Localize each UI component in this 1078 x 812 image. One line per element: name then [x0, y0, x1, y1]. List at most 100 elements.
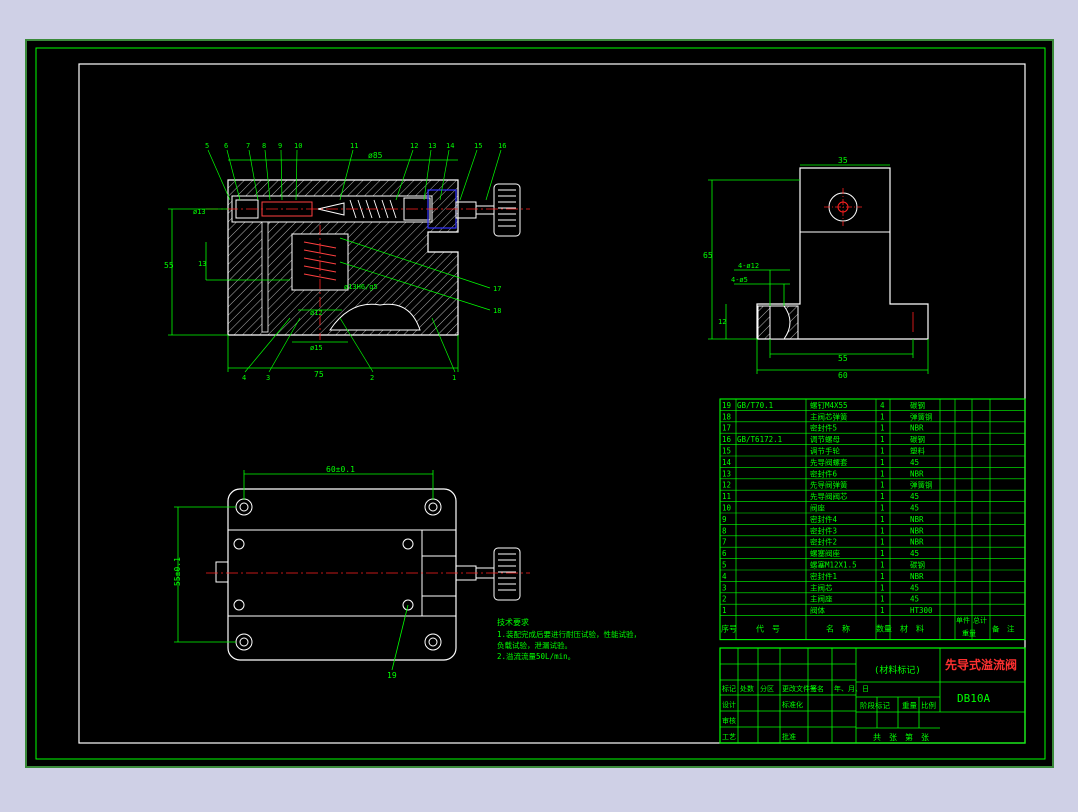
bom-no: 11 [722, 492, 731, 501]
dim-bottom-width: 75 [314, 370, 324, 379]
top-handwheel[interactable] [493, 547, 521, 601]
bom-no: 15 [722, 447, 731, 456]
title-cell: 年、月、日 [834, 684, 869, 693]
dim-d12: ø12 [310, 309, 323, 317]
side-dim-total: 60 [838, 371, 848, 380]
bom-code: GB/T70.1 [737, 401, 773, 410]
part-number-8: 8 [262, 142, 266, 150]
title-cell: 标记 [722, 684, 736, 693]
title-row-3: 审核 [722, 716, 736, 725]
bom-qty: 1 [880, 492, 885, 501]
title-cell: 签名 [810, 684, 824, 693]
part-number-17: 17 [493, 285, 501, 293]
top-part-19: 19 [387, 671, 397, 680]
part-number-9: 9 [278, 142, 282, 150]
bom-qty: 1 [880, 412, 885, 421]
part-number-4: 4 [242, 374, 246, 382]
stage-mark: 阶段标记 [860, 700, 890, 710]
bom-material: 碳钢 [910, 434, 925, 444]
inlet-passage [261, 221, 269, 333]
bom-material: NBR [910, 526, 924, 535]
side-dim-base: 12 [718, 318, 726, 326]
part-number-12: 12 [410, 142, 418, 150]
bom-qty: 1 [880, 447, 885, 456]
cad-viewport[interactable]: ø85 75 55 13 ø13 ø13H6/g5 ø12 ø15 567891… [0, 0, 1078, 808]
sheet-count: 共 张 第 张 [873, 732, 929, 742]
bom-no: 14 [722, 458, 732, 467]
scale-label: 比例 [921, 700, 936, 710]
side-dim-height: 65 [703, 251, 713, 260]
bom-name: 主阀芯弹簧 [810, 411, 848, 421]
bom-hdr-code: 代 号 [756, 624, 780, 634]
bom-qty: 1 [880, 435, 885, 444]
tech-note-2: 2.溢流流量50L/min。 [497, 651, 575, 661]
bom-no: 16 [722, 435, 732, 444]
bom-no: 10 [722, 504, 732, 513]
bom-material: 45 [910, 504, 919, 513]
bom-qty: 1 [880, 595, 885, 604]
drawing-canvas[interactable]: ø85 75 55 13 ø13 ø13H6/g5 ø12 ø15 567891… [0, 0, 1078, 808]
bom-no: 4 [722, 572, 727, 581]
bom-no: 2 [722, 595, 727, 604]
bom-no: 13 [722, 469, 731, 478]
bom-name: 调节手轮 [810, 446, 840, 456]
bom-name: 螺钉M4X55 [810, 400, 848, 410]
bom-qty: 1 [880, 606, 885, 615]
part-number-3: 3 [266, 374, 270, 382]
part-number-13: 13 [428, 142, 436, 150]
tech-note-1: 1.装配完成后要进行耐压试验，性能试验， [497, 629, 641, 639]
dim-left-height: 55 [164, 261, 174, 270]
bom-hdr-weight: 重量 [962, 630, 976, 638]
bom-material: 45 [910, 549, 919, 558]
bom-name: 螺塞M12X1.5 [810, 560, 857, 570]
bom-hdr-qty: 数量 [876, 624, 892, 634]
part-number-16: 16 [498, 142, 506, 150]
title-row-1: 标记 处数 分区 更改文件号签名 年、月、日 [722, 684, 869, 693]
bom-material: 45 [910, 458, 919, 467]
handwheel[interactable] [493, 183, 521, 237]
bom-no: 12 [722, 481, 731, 490]
bom-material: 塑料 [910, 446, 925, 456]
bom-name: 先导阀螺套 [810, 457, 848, 467]
bom-name: 主阀芯 [810, 582, 833, 592]
bom-name: 密封件5 [810, 423, 837, 433]
bom-code: GB/T6172.1 [737, 435, 782, 444]
bom-material: 45 [910, 595, 919, 604]
side-dim-holes2: 4-ø5 [731, 276, 748, 284]
bom-name: 先导阀弹簧 [810, 480, 848, 490]
part-number-14: 14 [446, 142, 454, 150]
bom-qty: 1 [880, 504, 885, 513]
bom-qty: 1 [880, 458, 885, 467]
drawing-title: 先导式溢流阀 [945, 657, 1017, 672]
bom-material: NBR [910, 469, 924, 478]
dim-fit: ø13H6/g5 [344, 283, 378, 291]
bom-hdr-name: 名 称 [826, 624, 850, 634]
side-counterbore [769, 305, 791, 340]
bom-qty: 1 [880, 526, 885, 535]
bom-hdr-no: 序号 [721, 624, 737, 634]
bom-hdr-unit: 单件 [956, 616, 970, 625]
drawing-number: DB10A [957, 692, 990, 705]
dim-dia-top: ø13 [193, 208, 206, 216]
bom-material: 弹簧钢 [910, 480, 933, 490]
title-cell: 工艺 [722, 733, 736, 741]
part-number-11: 11 [350, 142, 358, 150]
part-number-2: 2 [370, 374, 374, 382]
tech-note-title: 技术要求 [497, 617, 529, 627]
bom-material: NBR [910, 538, 924, 547]
bom-no: 7 [722, 538, 727, 547]
top-dim-width: 60±0.1 [326, 465, 355, 474]
bom-qty: 1 [880, 572, 885, 581]
bom-material: 碳钢 [910, 560, 925, 570]
bom-material: NBR [910, 515, 924, 524]
bom-name: 先导阀阀芯 [810, 491, 848, 501]
title-cell: 分区 [760, 684, 774, 693]
title-cell: 处数 [740, 684, 754, 693]
bom-qty: 1 [880, 469, 885, 478]
bom-qty: 1 [880, 583, 885, 592]
bom-no: 9 [722, 515, 727, 524]
part-number-7: 7 [246, 142, 250, 150]
bom-name: 主阀座 [810, 594, 833, 604]
bom-no: 3 [722, 583, 727, 592]
bom-material: 碳钢 [910, 400, 925, 410]
